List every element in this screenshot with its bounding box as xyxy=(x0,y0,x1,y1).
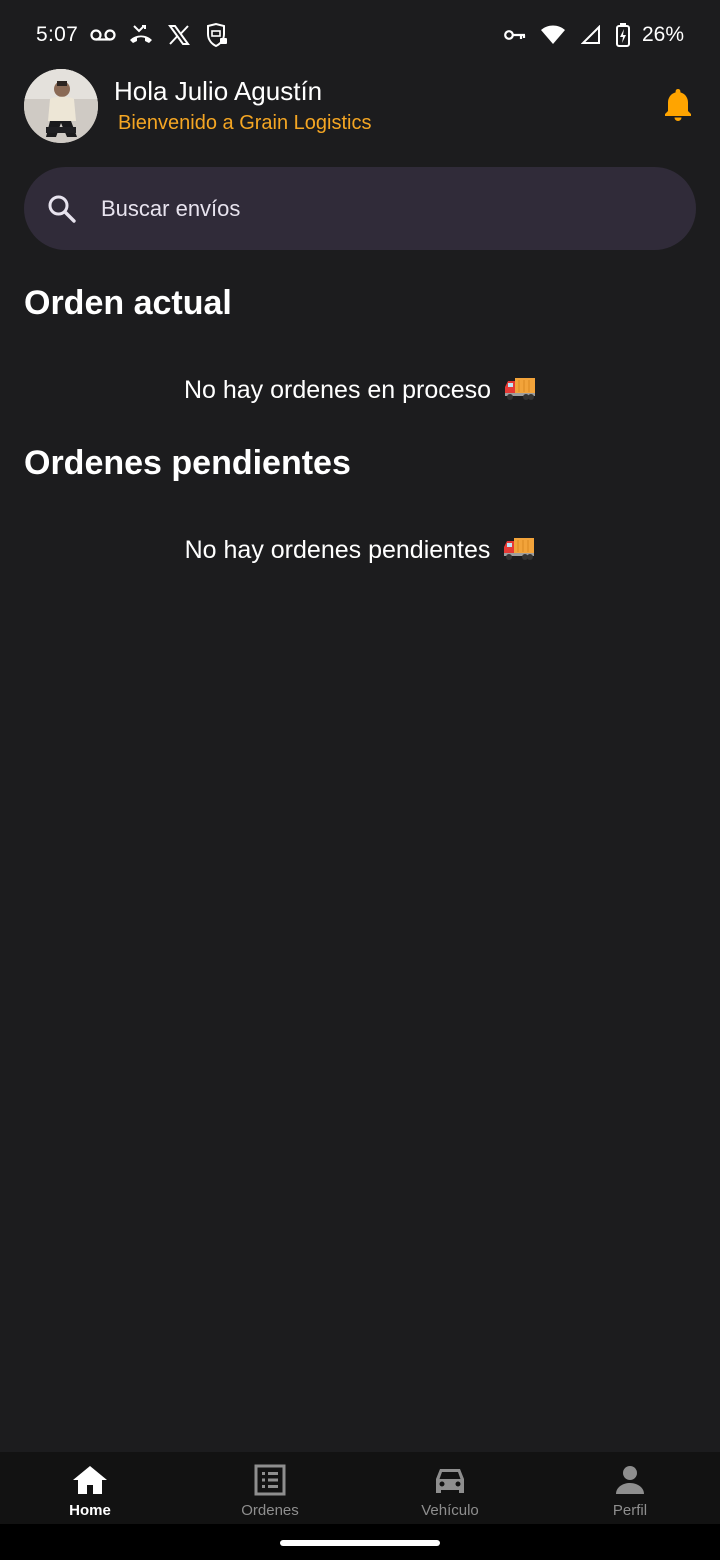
nav-label-perfil: Perfil xyxy=(612,1501,648,1519)
empty-current-message: No hay ordenes en proceso xyxy=(0,376,720,409)
person-icon xyxy=(610,1462,650,1498)
battery-percentage: 26% xyxy=(641,23,684,46)
home-icon xyxy=(70,1462,110,1498)
status-bar-right: 26% xyxy=(502,22,684,48)
empty-pending-message: No hay ordenes pendientes xyxy=(0,536,720,569)
section-title-pending: Ordenes pendientes xyxy=(24,444,351,482)
search-bar[interactable] xyxy=(24,167,696,250)
greeting-block: Hola Julio Agustín Bienvenido a Grain Lo… xyxy=(114,75,371,137)
signal-icon xyxy=(578,22,604,48)
nav-item-home[interactable]: Home xyxy=(0,1452,180,1524)
status-bar-left: 5:07 xyxy=(36,22,230,48)
nav-item-perfil[interactable]: Perfil xyxy=(540,1452,720,1524)
key-icon xyxy=(502,22,528,48)
home-indicator[interactable] xyxy=(280,1540,440,1546)
list-icon xyxy=(250,1462,290,1498)
x-logo-icon xyxy=(166,22,192,48)
nav-label-ordenes: Ordenes xyxy=(241,1501,299,1519)
header: Hola Julio Agustín Bienvenido a Grain Lo… xyxy=(24,68,696,144)
bell-icon xyxy=(663,87,693,126)
missed-call-icon xyxy=(128,22,154,48)
search-icon xyxy=(46,193,78,225)
welcome-text: Bienvenido a Grain Logistics xyxy=(118,112,372,134)
section-title-current: Orden actual xyxy=(24,284,232,322)
status-time: 5:07 xyxy=(36,23,79,46)
voicemail-icon xyxy=(90,22,116,48)
empty-pending-text: No hay ordenes pendientes xyxy=(184,536,491,564)
greeting-text: Hola Julio Agustín xyxy=(114,76,323,106)
empty-current-text: No hay ordenes en proceso xyxy=(183,376,492,404)
search-input[interactable] xyxy=(101,195,621,222)
status-bar: 5:07 26% xyxy=(0,0,720,70)
nav-item-vehiculo[interactable]: Vehículo xyxy=(360,1452,540,1524)
nav-label-home: Home xyxy=(69,1501,111,1519)
nav-label-vehiculo: Vehículo xyxy=(421,1501,479,1519)
wifi-icon xyxy=(540,22,566,48)
delivery-truck-icon xyxy=(503,536,535,569)
battery-charging-icon xyxy=(615,22,630,48)
car-icon xyxy=(430,1462,470,1498)
vpn-shield-icon xyxy=(204,22,230,48)
notifications-button[interactable] xyxy=(660,86,696,126)
gesture-bar xyxy=(0,1524,720,1560)
bottom-nav: Home Ordenes Vehículo Perfil xyxy=(0,1452,720,1524)
avatar[interactable] xyxy=(24,69,98,143)
nav-item-ordenes[interactable]: Ordenes xyxy=(180,1452,360,1524)
delivery-truck-icon xyxy=(504,376,536,409)
